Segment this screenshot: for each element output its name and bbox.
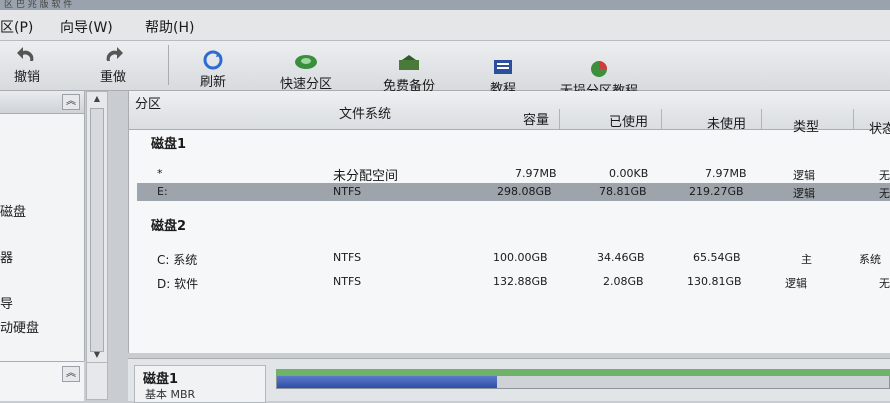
table-row[interactable]: * 未分配空间 7.97MB 0.00KB 7.97MB 逻辑 无 <box>137 165 890 184</box>
cell-type: 逻辑 <box>785 277 807 290</box>
cell-filesystem: NTFS <box>333 251 362 264</box>
disk-usage-fill <box>277 376 498 388</box>
cell-used: 0.00KB <box>609 167 649 180</box>
column-divider <box>559 109 560 129</box>
col-free[interactable]: 未使用 <box>707 113 746 132</box>
disk-usage-bar[interactable] <box>276 375 890 389</box>
col-used[interactable]: 已使用 <box>609 111 648 130</box>
cell-filesystem: NTFS <box>333 275 362 288</box>
cell-used: 34.46GB <box>597 251 645 264</box>
disk-map-label[interactable]: 磁盘1 基本 MBR <box>134 365 266 403</box>
redo-label: 重做 <box>100 70 127 85</box>
column-divider <box>661 109 662 129</box>
table-header: 分区 文件系统 容量 已使用 未使用 类型 状态 <box>129 91 890 137</box>
col-type[interactable]: 类型 <box>793 116 819 135</box>
partition-table: 分区 文件系统 容量 已使用 未使用 类型 状态 磁盘1 * 未分配空间 7.9… <box>128 91 890 353</box>
left-item-guide[interactable]: 导 <box>0 293 13 312</box>
col-partition[interactable]: 分区 <box>135 93 161 112</box>
table-row-selected[interactable]: E: NTFS 298.08GB 78.81GB 219.27GB 逻辑 无 <box>137 183 890 201</box>
cell-partition: C: 系统 <box>157 253 198 267</box>
undo-label: 撤销 <box>14 70 41 85</box>
free-backup-button[interactable]: 免费备份 <box>383 53 435 94</box>
cell-free: 65.54GB <box>693 251 741 264</box>
book-icon <box>490 56 516 78</box>
left-item-device[interactable]: 器 <box>0 247 13 266</box>
disk-icon <box>293 51 319 73</box>
menu-partition[interactable]: 区(P) <box>0 17 33 37</box>
bottom-left-panel: ︽ <box>0 361 84 401</box>
scroll-thumb[interactable] <box>90 108 104 352</box>
left-panel: ︽ 磁盘 器 导 动硬盘 <box>0 91 85 361</box>
cell-partition: D: 软件 <box>157 277 199 291</box>
undo-button[interactable]: 撤销 <box>14 44 40 85</box>
cell-capacity: 7.97MB <box>515 167 557 180</box>
menu-wizard[interactable]: 向导(W) <box>60 17 113 37</box>
col-filesystem[interactable]: 文件系统 <box>339 103 391 122</box>
left-scrollbar[interactable]: ▲ ▼ <box>86 91 108 366</box>
left-item-disk[interactable]: 磁盘 <box>0 201 26 220</box>
cell-free: 219.27GB <box>689 185 744 198</box>
toolbar: 撤销 重做 刷新 快速分区 免费备份 教程 无损分区教程 <box>0 41 890 99</box>
disk-group-title: 磁盘1 <box>151 137 187 152</box>
disk-group-title: 磁盘2 <box>151 219 187 234</box>
cell-capacity: 100.00GB <box>493 251 548 264</box>
bottom-scrollbar[interactable] <box>86 362 108 400</box>
cell-type: 主 <box>801 253 812 266</box>
redo-button[interactable]: 重做 <box>100 44 126 85</box>
cell-used: 2.08GB <box>603 275 644 288</box>
menu-help[interactable]: 帮助(H) <box>145 17 194 37</box>
collapse-icon[interactable]: ︽ <box>62 366 80 382</box>
cell-status: 无 <box>879 169 890 182</box>
cell-capacity: 132.88GB <box>493 275 548 288</box>
cell-free: 7.97MB <box>705 167 747 180</box>
cell-filesystem: 未分配空间 <box>333 169 399 184</box>
table-row[interactable]: D: 软件 NTFS 132.88GB 2.08GB 130.81GB 逻辑 无 <box>137 273 890 291</box>
cell-type: 逻辑 <box>793 169 815 182</box>
undo-icon <box>14 44 40 66</box>
pie-icon <box>586 58 612 80</box>
table-row[interactable]: C: 系统 NTFS 100.00GB 34.46GB 65.54GB 主 系统 <box>137 249 890 267</box>
cell-status: 无 <box>879 187 890 200</box>
left-item-removable-disk[interactable]: 动硬盘 <box>0 317 39 336</box>
refresh-icon <box>200 49 226 71</box>
cell-status: 系统 <box>859 253 881 266</box>
disk-map: 磁盘1 基本 MBR <box>128 358 890 403</box>
scroll-up-icon[interactable]: ▲ <box>90 94 104 106</box>
redo-icon <box>100 44 126 66</box>
cell-capacity: 298.08GB <box>497 185 552 198</box>
scroll-down-icon[interactable]: ▼ <box>90 350 104 362</box>
column-divider <box>761 109 762 129</box>
window-title: 区 巴 兆 版 软 件 <box>0 0 890 10</box>
refresh-button[interactable]: 刷新 <box>200 49 226 90</box>
cell-filesystem: NTFS <box>333 185 362 198</box>
cell-partition: * <box>157 167 163 180</box>
column-divider <box>853 109 854 129</box>
cell-partition: E: <box>157 185 168 198</box>
cell-free: 130.81GB <box>687 275 742 288</box>
quick-partition-label: 快速分区 <box>280 77 333 92</box>
toolbar-separator <box>168 45 169 85</box>
quick-partition-button[interactable]: 快速分区 <box>280 51 332 92</box>
collapse-icon[interactable]: ︽ <box>62 94 80 110</box>
disk-map-name: 磁盘1 <box>143 372 179 387</box>
menu-bar: 区(P) 向导(W) 帮助(H) <box>0 10 890 41</box>
left-panel-header: ︽ <box>0 91 84 114</box>
cell-used: 78.81GB <box>599 185 647 198</box>
cell-status: 无 <box>879 277 890 290</box>
col-status[interactable]: 状态 <box>869 118 890 137</box>
backup-icon <box>396 53 422 75</box>
refresh-label: 刷新 <box>200 75 227 90</box>
col-capacity[interactable]: 容量 <box>523 109 549 128</box>
cell-type: 逻辑 <box>793 187 815 200</box>
